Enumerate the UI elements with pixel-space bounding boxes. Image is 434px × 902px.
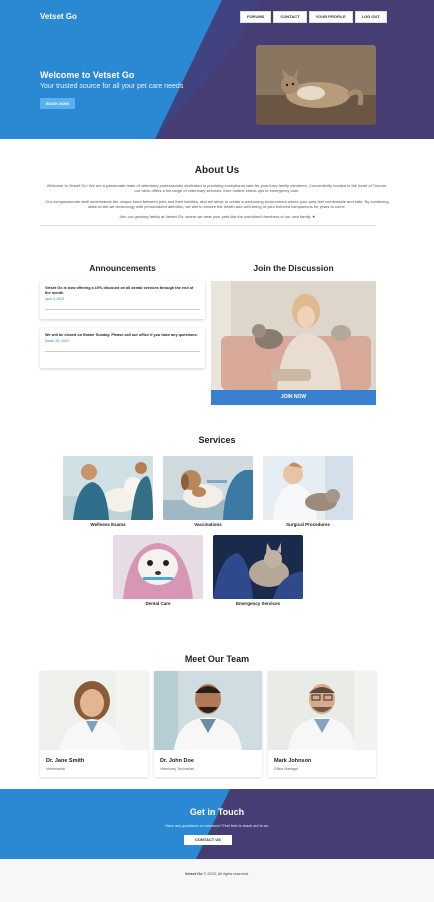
team-member-card: Mark Johnson Office Manager	[268, 671, 376, 777]
announcement-date: March 28, 2023	[45, 339, 69, 343]
announcement-card: We will be closed on Easter Sunday. Plea…	[40, 328, 205, 368]
team-member-role: Veterinary Technician	[160, 767, 195, 771]
hero-banner: Vetset Go FORUMS CONTACT YOUR PROFILE LO…	[0, 0, 434, 139]
nav-contact[interactable]: CONTACT	[273, 11, 307, 23]
service-card-vaccinations[interactable]: Vaccinations	[163, 456, 253, 527]
service-card-dental-care[interactable]: Dental Care	[113, 535, 203, 606]
footer-copyright: © 2023. All rights reserved.	[203, 872, 250, 876]
team-title: Meet Our Team	[184, 654, 250, 664]
hero-subtitle: Your trusted source for all your pet car…	[40, 83, 184, 90]
team-member-card: Dr. Jane Smith Veterinarian	[40, 671, 148, 777]
team-member-name: Dr. Jane Smith	[46, 758, 85, 764]
team-member-name: Mark Johnson	[274, 758, 312, 764]
service-label: Vaccinations	[194, 522, 222, 527]
discussion-image	[211, 281, 376, 390]
book-now-button[interactable]: BOOK NOW	[40, 98, 75, 109]
hero-title: Welcome to Vetset Go	[40, 70, 135, 80]
services-title: Services	[198, 435, 236, 445]
announcement-date: April 3, 2023	[45, 297, 65, 301]
announcements-title: Announcements	[89, 263, 156, 273]
announcement-text: We will be closed on Easter Sunday. Plea…	[45, 333, 198, 337]
nav-log-out[interactable]: LOG OUT	[354, 11, 387, 23]
hero-cat-image	[256, 45, 376, 125]
contact-subtitle: Have any questions or concerns? Feel fre…	[165, 824, 269, 828]
join-now-button[interactable]: JOIN NOW	[211, 390, 376, 405]
team-member-role: Office Manager	[274, 767, 299, 771]
top-nav: FORUMS CONTACT YOUR PROFILE LOG OUT	[240, 11, 387, 23]
service-card-surgical-procedures[interactable]: Surgical Procedures	[263, 456, 353, 527]
team-member-name: Dr. John Doe	[160, 758, 194, 764]
about-paragraph-3: Join our growing family at Vetset Go, wh…	[119, 214, 315, 219]
announcement-text: Vetset Go is now offering a 10% discount…	[45, 286, 194, 295]
footer-brand: Vetset Go	[184, 872, 203, 876]
service-image	[213, 535, 303, 599]
service-card-wellness-exams[interactable]: Wellness Exams	[63, 456, 153, 527]
contact-us-button[interactable]: CONTACT US	[184, 835, 232, 845]
team-member-photo	[268, 671, 376, 750]
announcement-card: Vetset Go is now offering a 10% discount…	[40, 281, 205, 319]
announcement-divider	[45, 309, 200, 310]
discussion-title: Join the Discussion	[253, 263, 334, 273]
service-label: Emergency Services	[235, 601, 281, 606]
nav-forums[interactable]: FORUMS	[240, 11, 272, 23]
contact-banner: Get in Touch Have any questions or conce…	[0, 789, 434, 859]
service-label: Wellness Exams	[90, 522, 126, 527]
footer: Vetset Go © 2023. All rights reserved.	[0, 859, 434, 902]
contact-title: Get in Touch	[189, 807, 245, 817]
team-member-photo	[40, 671, 148, 750]
announcement-divider	[45, 351, 200, 352]
service-card-emergency-services[interactable]: Emergency Services	[213, 535, 303, 606]
about-paragraph-2: Our compassionate staff understands the …	[45, 199, 389, 209]
team-member-card: Dr. John Doe Veterinary Technician	[154, 671, 262, 777]
nav-your-profile[interactable]: YOUR PROFILE	[308, 11, 353, 23]
service-image	[163, 456, 253, 520]
service-label: Dental Care	[145, 601, 171, 606]
service-label: Surgical Procedures	[286, 522, 330, 527]
about-title: About Us	[194, 165, 240, 176]
service-image	[263, 456, 353, 520]
about-paragraph-1: Welcome to Vetset Go! We are a passionat…	[46, 183, 388, 193]
service-image	[113, 535, 203, 599]
brand-logo[interactable]: Vetset Go	[40, 12, 77, 21]
team-member-role: Veterinarian	[46, 767, 66, 771]
service-image	[63, 456, 153, 520]
team-member-photo	[154, 671, 262, 750]
about-divider	[40, 225, 376, 226]
